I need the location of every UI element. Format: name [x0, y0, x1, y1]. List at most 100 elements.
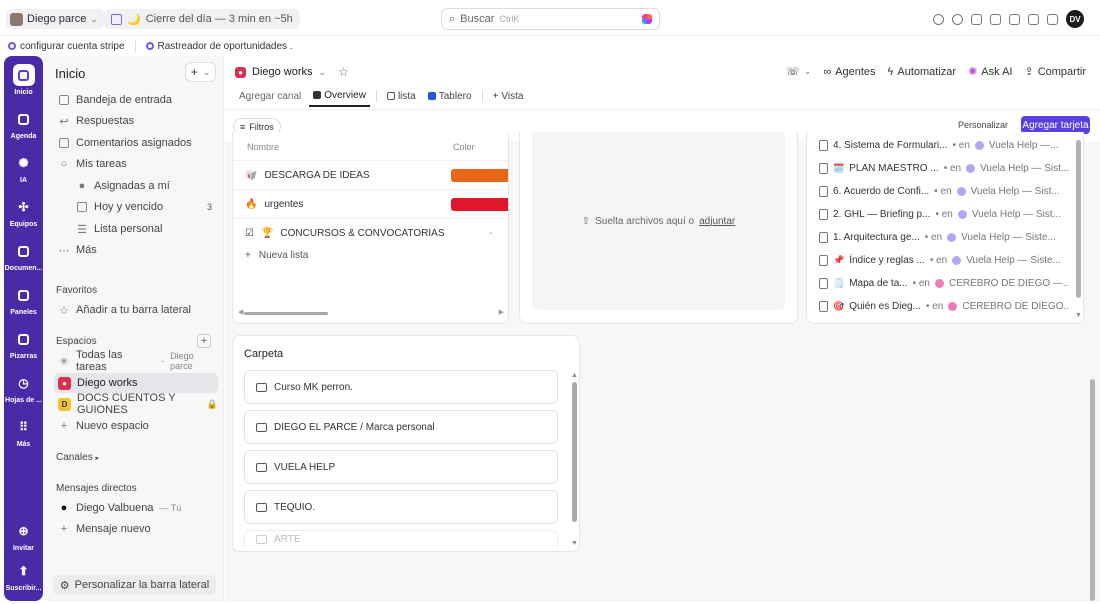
dm-heading: Mensajes directos	[56, 483, 137, 494]
doc-row[interactable]: 🗒️ Mapa de ta... • en CEREBRO DE DIEGO —…	[819, 273, 1069, 293]
rail-item-timesheets[interactable]: ◷ Hojas de ...	[4, 372, 43, 404]
doc-title: Índice y reglas ...	[849, 254, 925, 266]
tab-board[interactable]: Tablero	[424, 87, 476, 106]
sidebar-item-personal-list[interactable]: ☰ Lista personal	[72, 219, 218, 239]
new-list-button[interactable]: + Nueva lista	[245, 250, 308, 261]
tab-overview[interactable]: Overview	[309, 86, 370, 107]
rail-item-docs[interactable]: Documen...	[4, 240, 43, 272]
sidebar-item-all-tasks[interactable]: ✳ Todas las tareas - Diego parce	[54, 349, 218, 373]
lock-icon: 🔒	[206, 398, 218, 409]
sidebar-item-add-favorite[interactable]: ☆ Añadir a tu barra lateral	[54, 300, 218, 320]
timer-icon[interactable]	[952, 13, 963, 25]
agents-button[interactable]: ∞ Agentes	[823, 66, 875, 78]
ask-ai-button[interactable]: ✺ Ask AI	[968, 65, 1012, 79]
sidebar-item-comments[interactable]: Comentarios asignados	[54, 133, 218, 153]
doc-row[interactable]: 📌 Índice y reglas ... • en Vuela Help — …	[819, 250, 1069, 270]
channels-heading[interactable]: Canales ▸	[56, 452, 99, 463]
shortcut-label: configurar cuenta stripe	[20, 40, 125, 52]
sidebar-item-dm-user[interactable]: ● Diego Valbuena — Tú	[54, 498, 218, 518]
sidebar-item-more[interactable]: ⋯ Más	[54, 240, 218, 260]
personalize-button[interactable]: Personalizar	[958, 120, 1008, 130]
list-row[interactable]: 🥡 DESCARGA DE IDEAS	[233, 160, 508, 189]
rail-item-ai[interactable]: ✺ IA	[4, 152, 43, 184]
doc-row[interactable]: 🎯 Quién es Dieg... • en CEREBRO DE DIEGO…	[819, 296, 1069, 316]
doc-row[interactable]: 2. GHL — Briefing p... • en Vuela Help —…	[819, 204, 1069, 224]
file-dropzone[interactable]: ⇧ Suelta archivos aquí o adjuntar	[532, 132, 785, 310]
ai-brain-icon[interactable]	[642, 14, 652, 24]
scrollbar-thumb[interactable]	[244, 312, 328, 315]
record-icon[interactable]	[971, 13, 982, 25]
rail-item-whiteboards[interactable]: Pizarras	[4, 328, 43, 360]
scroll-right-icon[interactable]: ▶	[499, 308, 504, 316]
sidebar-item-replies[interactable]: ↩ Respuestas	[54, 111, 218, 131]
sidebar-item-new-space[interactable]: + Nuevo espacio	[54, 416, 218, 436]
list-color-swatch[interactable]	[451, 197, 508, 211]
scroll-down-icon[interactable]: ▼	[571, 540, 578, 547]
search-input[interactable]: ⌕ Buscar CtrlK	[441, 8, 660, 30]
doc-space: CEREBRO DE DIEGO...	[962, 300, 1069, 312]
sidebar-item-assigned[interactable]: ● Asignadas a mí	[72, 176, 218, 196]
rail-item-dashboards[interactable]: Paneles	[4, 284, 43, 316]
list-row[interactable]: 🔥 urgentes	[233, 189, 508, 218]
workspace-switcher[interactable]: Diego parce ⌄	[6, 9, 104, 29]
customize-sidebar-button[interactable]: ⚙ Personalizar la barra lateral	[53, 575, 216, 595]
scroll-down-icon[interactable]: ▼	[1075, 312, 1082, 319]
folder-item[interactable]: DIEGO EL PARCE / Marca personal	[244, 410, 558, 444]
doc-space: Vuela Help — Siste...	[961, 231, 1056, 243]
sidebar-item-new-message[interactable]: + Mensaje nuevo	[54, 519, 218, 539]
list-name: DESCARGA DE IDEAS	[264, 169, 370, 181]
vertical-scrollbar[interactable]	[1076, 140, 1081, 298]
sidebar-item-docs-space[interactable]: D DOCS CUENTOS Y GUIONES 🔒	[54, 392, 218, 416]
attach-link[interactable]: adjuntar	[699, 216, 735, 227]
star-icon[interactable]: ☆	[338, 65, 349, 79]
video-icon[interactable]	[990, 13, 1001, 25]
doc-row[interactable]: 6. Acuerdo de Confi... • en Vuela Help —…	[819, 181, 1069, 201]
space-breadcrumb[interactable]: ● Diego works ⌄ ☆	[235, 65, 349, 79]
folder-item[interactable]: Curso MK perron.	[244, 370, 558, 404]
upgrade-icon: ⬆	[18, 564, 29, 578]
call-button[interactable]: ☏ ⌄	[786, 65, 811, 78]
notepad-icon[interactable]	[1009, 13, 1020, 25]
rail-item-invite[interactable]: ⊕ Invitar	[4, 520, 43, 552]
folder-item[interactable]: ARTE	[244, 530, 558, 548]
rail-item-more[interactable]: ⠿ Más	[4, 416, 43, 448]
tab-list[interactable]: lista	[383, 87, 420, 106]
horizontal-scrollbar[interactable]: ◀ ▶	[238, 308, 504, 316]
sidebar-item-my-tasks[interactable]: ○ Mis tareas	[54, 154, 218, 174]
shortcut-opportunities[interactable]: Rastreador de oportunidades .	[144, 41, 295, 52]
create-button[interactable]: + ⌄	[185, 62, 216, 82]
doc-row[interactable]: 1. Arquitectura ge... • en Vuela Help — …	[819, 227, 1069, 247]
tab-add-channel[interactable]: Agregar canal	[235, 87, 305, 106]
sidebar-item-diego-works[interactable]: ● Diego works	[54, 373, 218, 393]
check-circle-icon[interactable]	[933, 13, 944, 25]
page-scrollbar[interactable]	[1090, 379, 1095, 601]
sidebar-item-today[interactable]: Hoy y vencido 3	[72, 197, 218, 217]
list-row[interactable]: ☑ 🏆 CONCURSOS & CONVOCATORIAS -	[233, 218, 508, 247]
automate-button[interactable]: ϟ Automatizar	[888, 66, 957, 78]
checklist-icon: ☑	[245, 227, 254, 239]
add-space-button[interactable]: +	[197, 334, 211, 348]
doc-row[interactable]: 🗓️ PLAN MAESTRO ... • en Vuela Help — Si…	[819, 158, 1069, 178]
list-color-swatch[interactable]	[451, 168, 508, 182]
vertical-scrollbar[interactable]	[572, 382, 577, 522]
sidebar-item-label: Diego works	[77, 377, 138, 389]
user-avatar[interactable]: DV	[1066, 10, 1084, 28]
sidebar-item-label: Todas las tareas	[76, 349, 123, 373]
scroll-up-icon[interactable]: ▲	[571, 372, 578, 379]
sidebar-item-inbox[interactable]: Bandeja de entrada	[54, 90, 218, 110]
rail-item-home[interactable]: Inicio	[4, 64, 43, 96]
scroll-left-icon[interactable]: ◀	[238, 308, 243, 316]
share-button[interactable]: ⇪ Compartir	[1024, 65, 1086, 79]
rail-item-upgrade[interactable]: ⬆ Suscribir...	[4, 560, 43, 592]
rail-item-agenda[interactable]: Agenda	[4, 108, 43, 140]
doc-row[interactable]: 4. Sistema de Formulari... • en Vuela He…	[819, 135, 1069, 155]
rail-item-teams[interactable]: ✣ Equipos	[4, 196, 43, 228]
folder-item[interactable]: VUELA HELP	[244, 450, 558, 484]
folder-item[interactable]: TEQUIO.	[244, 490, 558, 524]
reminder-chip[interactable]: 🌙 Cierre del día — 3 min en ~5h	[104, 9, 300, 29]
shortcut-stripe[interactable]: configurar cuenta stripe	[6, 41, 127, 52]
apps-icon[interactable]	[1047, 13, 1058, 25]
doc-in: • en	[924, 231, 943, 243]
whiteboard-icon[interactable]	[1028, 13, 1039, 25]
tab-add-view[interactable]: + Vista	[489, 87, 528, 106]
